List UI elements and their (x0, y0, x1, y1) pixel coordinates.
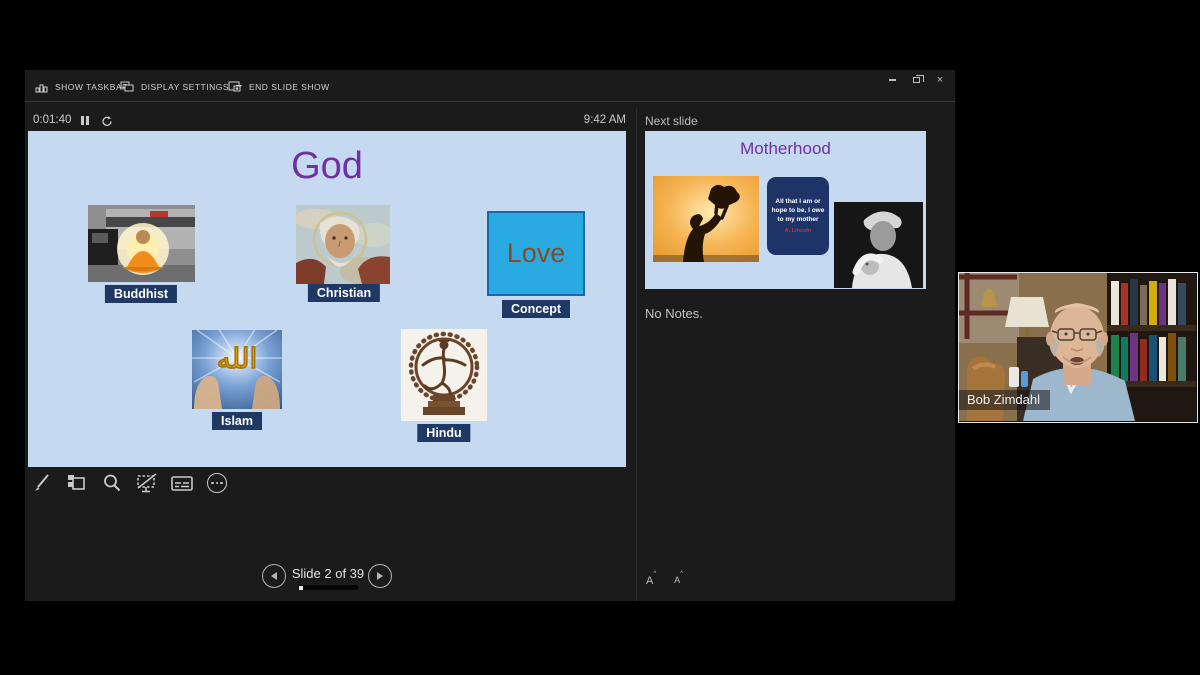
zoom-slide-button[interactable] (100, 471, 124, 495)
ellipsis-icon (207, 473, 227, 493)
notes-font-controls: A^ A^ (642, 573, 687, 589)
close-icon: × (937, 74, 943, 86)
hindu-image (401, 329, 487, 421)
next-slide-button[interactable] (368, 564, 392, 588)
motherhood-quote: All that I am or hope to be, I owe to my… (770, 198, 826, 224)
next-slide-title: Motherhood (645, 139, 926, 159)
screen: SHOW TASKBAR DISPLAY SETTINGS END SLIDE … (0, 0, 1200, 675)
slideshow-progress-bar (298, 585, 358, 590)
minimize-icon (889, 79, 896, 81)
show-taskbar-button[interactable]: SHOW TASKBAR (35, 78, 129, 96)
clock: 9:42 AM (28, 114, 626, 126)
pen-tool-button[interactable] (30, 471, 54, 495)
slide-counter: Slide 2 of 39 (287, 566, 369, 581)
buddhist-label: Buddhist (105, 285, 177, 303)
quote-attribution: A. Lincoln (785, 228, 812, 234)
black-screen-button[interactable] (135, 471, 159, 495)
minimize-button[interactable] (883, 72, 901, 88)
slide-title: God (28, 145, 626, 188)
increase-caret-icon: ^ (653, 571, 656, 577)
taskbar-icon (35, 81, 48, 93)
restore-icon (913, 77, 920, 83)
christian-label: Christian (308, 284, 380, 302)
current-slide[interactable]: God Buddhist (28, 131, 626, 467)
display-settings-label: DISPLAY SETTINGS (141, 82, 229, 92)
hindu-label: Hindu (417, 424, 470, 442)
allah-calligraphy: الله (217, 343, 258, 374)
islam-image: الله (192, 330, 282, 409)
panel-divider (636, 108, 637, 601)
display-settings-icon (120, 81, 134, 93)
black-screen-icon (135, 472, 159, 494)
see-all-slides-button[interactable] (65, 471, 89, 495)
buddhist-image (88, 205, 195, 282)
end-slide-show-icon (228, 81, 242, 93)
motherhood-quote-box: All that I am or hope to be, I owe to my… (767, 177, 829, 255)
show-taskbar-label: SHOW TASKBAR (55, 82, 129, 92)
mother-child-silhouette-image (653, 176, 759, 262)
pen-icon (31, 472, 53, 494)
previous-arrow-icon (270, 571, 278, 581)
more-options-button[interactable] (205, 471, 229, 495)
love-text: Love (507, 238, 566, 269)
notes-placeholder: No Notes. (645, 306, 703, 321)
next-arrow-icon (376, 571, 384, 581)
presenter-view-window: SHOW TASKBAR DISPLAY SETTINGS END SLIDE … (25, 70, 955, 601)
close-button[interactable]: × (931, 72, 949, 88)
end-slide-show-label: END SLIDE SHOW (249, 82, 330, 92)
end-slide-show-button[interactable]: END SLIDE SHOW (228, 78, 330, 96)
toolbar-divider (25, 101, 955, 102)
islam-label: Islam (212, 412, 262, 430)
restore-button[interactable] (907, 72, 925, 88)
decrease-font-button[interactable]: A^ (670, 573, 687, 589)
webcam-video: Bob Zimdahl (958, 272, 1198, 423)
previous-slide-button[interactable] (262, 564, 286, 588)
next-slide-header: Next slide (645, 114, 698, 128)
annotation-toolbar (30, 471, 229, 495)
love-concept-box: Love (487, 211, 585, 296)
decrease-caret-icon: ^ (680, 571, 683, 577)
window-controls: × (883, 72, 949, 88)
subtitles-icon (170, 472, 194, 494)
all-slides-icon (66, 472, 88, 494)
participant-name-label: Bob Zimdahl (959, 390, 1050, 410)
next-slide-preview[interactable]: Motherhood (645, 131, 926, 289)
magnifier-icon (101, 472, 123, 494)
subtitles-button[interactable] (170, 471, 194, 495)
mother-baby-photo (834, 202, 923, 288)
concept-label: Concept (502, 300, 570, 318)
increase-font-button[interactable]: A^ (642, 573, 660, 589)
display-settings-button[interactable]: DISPLAY SETTINGS (120, 78, 242, 96)
christian-image (296, 205, 390, 284)
